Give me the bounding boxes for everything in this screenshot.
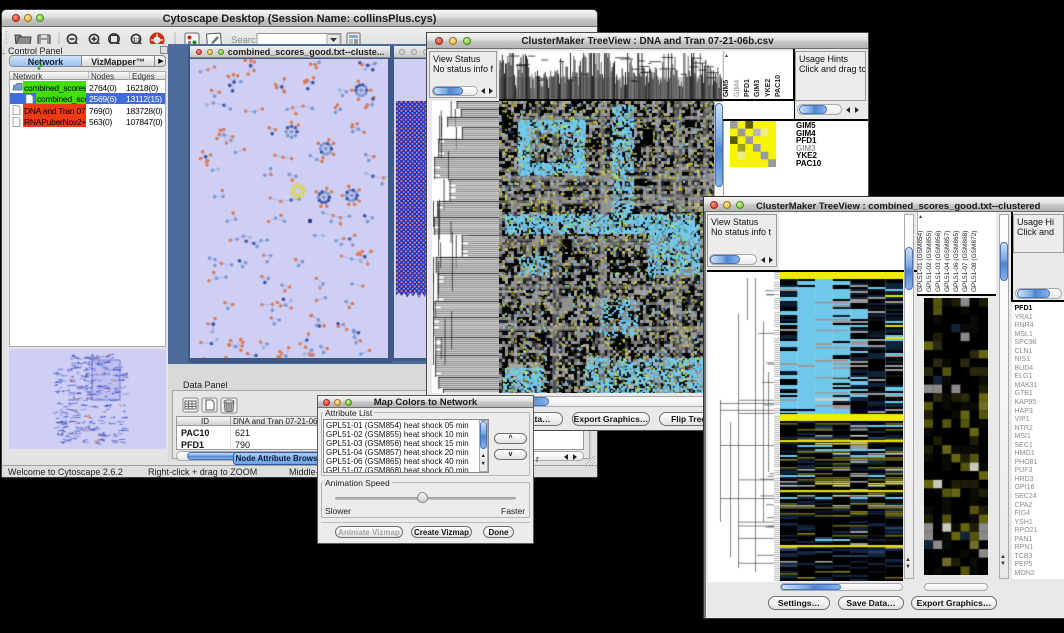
svg-text:1:1: 1:1 bbox=[133, 38, 140, 44]
